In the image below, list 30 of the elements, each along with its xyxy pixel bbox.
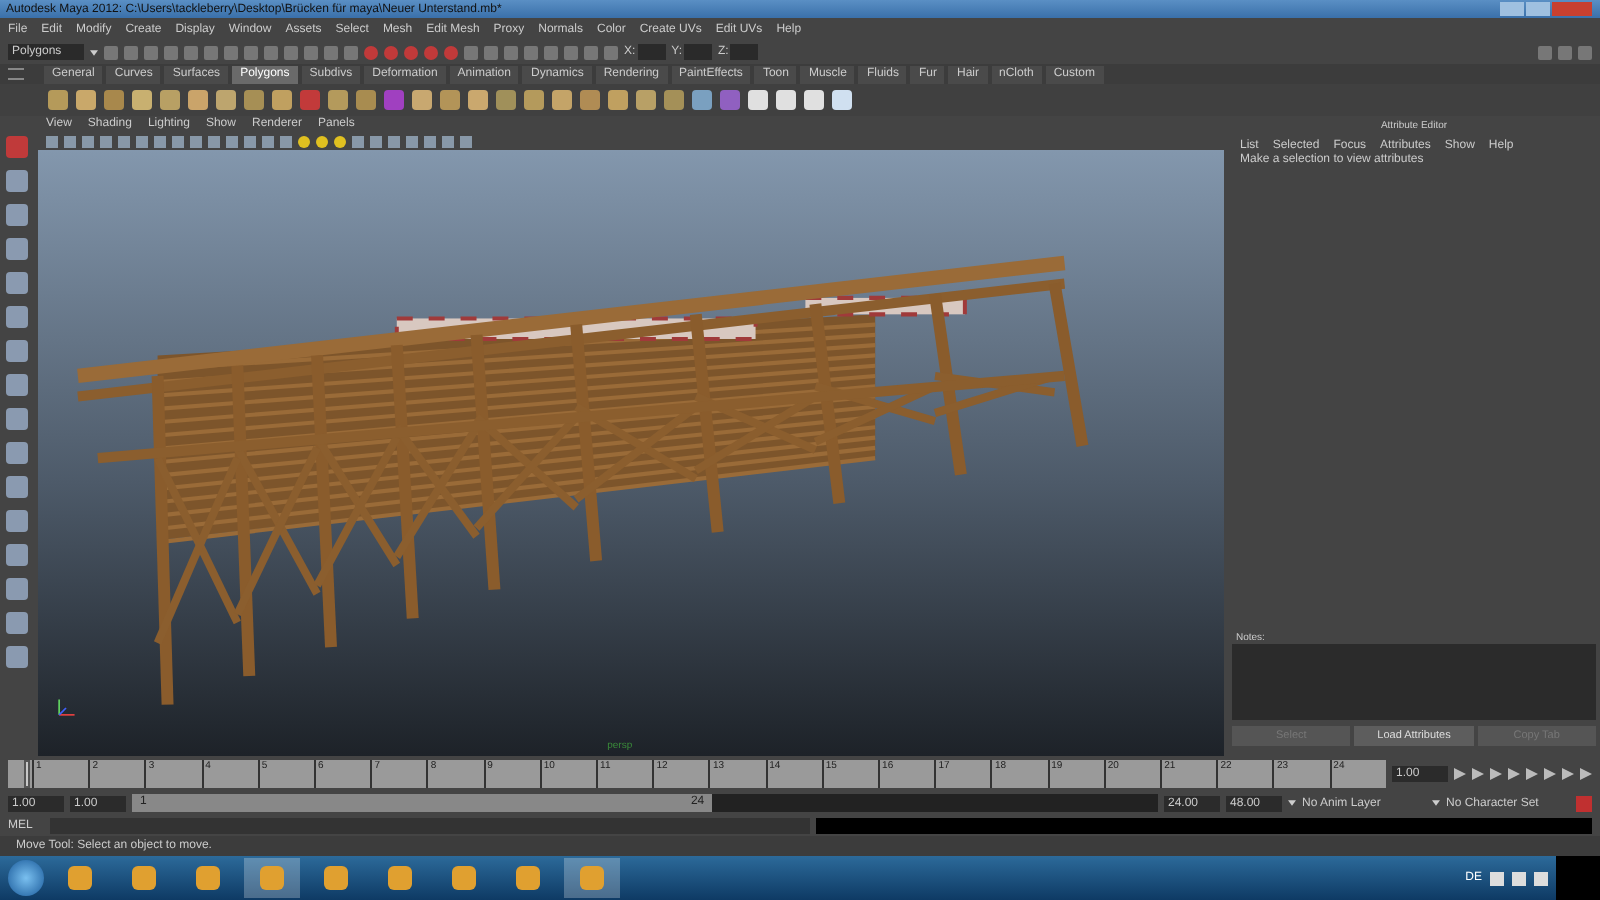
auto-key-icon[interactable] [1576,795,1592,811]
tool-icon[interactable] [6,306,28,328]
coordinate-field[interactable] [684,44,713,60]
tool-icon[interactable] [6,510,28,532]
current-time-marker[interactable] [24,760,30,788]
tool-icon[interactable] [6,170,28,192]
tool-icon[interactable] [6,374,28,396]
notes-field[interactable] [1232,644,1596,720]
caret-icon[interactable] [1288,800,1296,806]
tool-icon[interactable] [6,476,28,498]
caret-icon[interactable] [1432,800,1440,806]
tool-icon[interactable] [6,612,28,634]
tool-icon[interactable] [6,408,28,430]
start-button[interactable] [8,860,44,896]
tool-icon[interactable] [6,578,28,600]
tool-icon[interactable] [6,646,28,668]
tool-icon[interactable] [6,544,28,566]
tool-icon[interactable] [6,204,28,226]
shelf-menu-icon[interactable] [8,68,24,80]
tool-icon[interactable] [6,238,28,260]
tool-icon[interactable] [6,272,28,294]
coordinate-field[interactable] [730,44,759,60]
axis-icon [54,696,78,720]
caret-icon[interactable] [90,49,98,55]
tool-icon[interactable] [6,340,28,362]
tool-icon[interactable] [6,442,28,464]
taskbar-app-icon[interactable] [564,858,620,898]
coordinate-field[interactable] [637,44,666,60]
taskbar-app-icon[interactable] [244,858,300,898]
tool-icon[interactable] [6,136,28,158]
